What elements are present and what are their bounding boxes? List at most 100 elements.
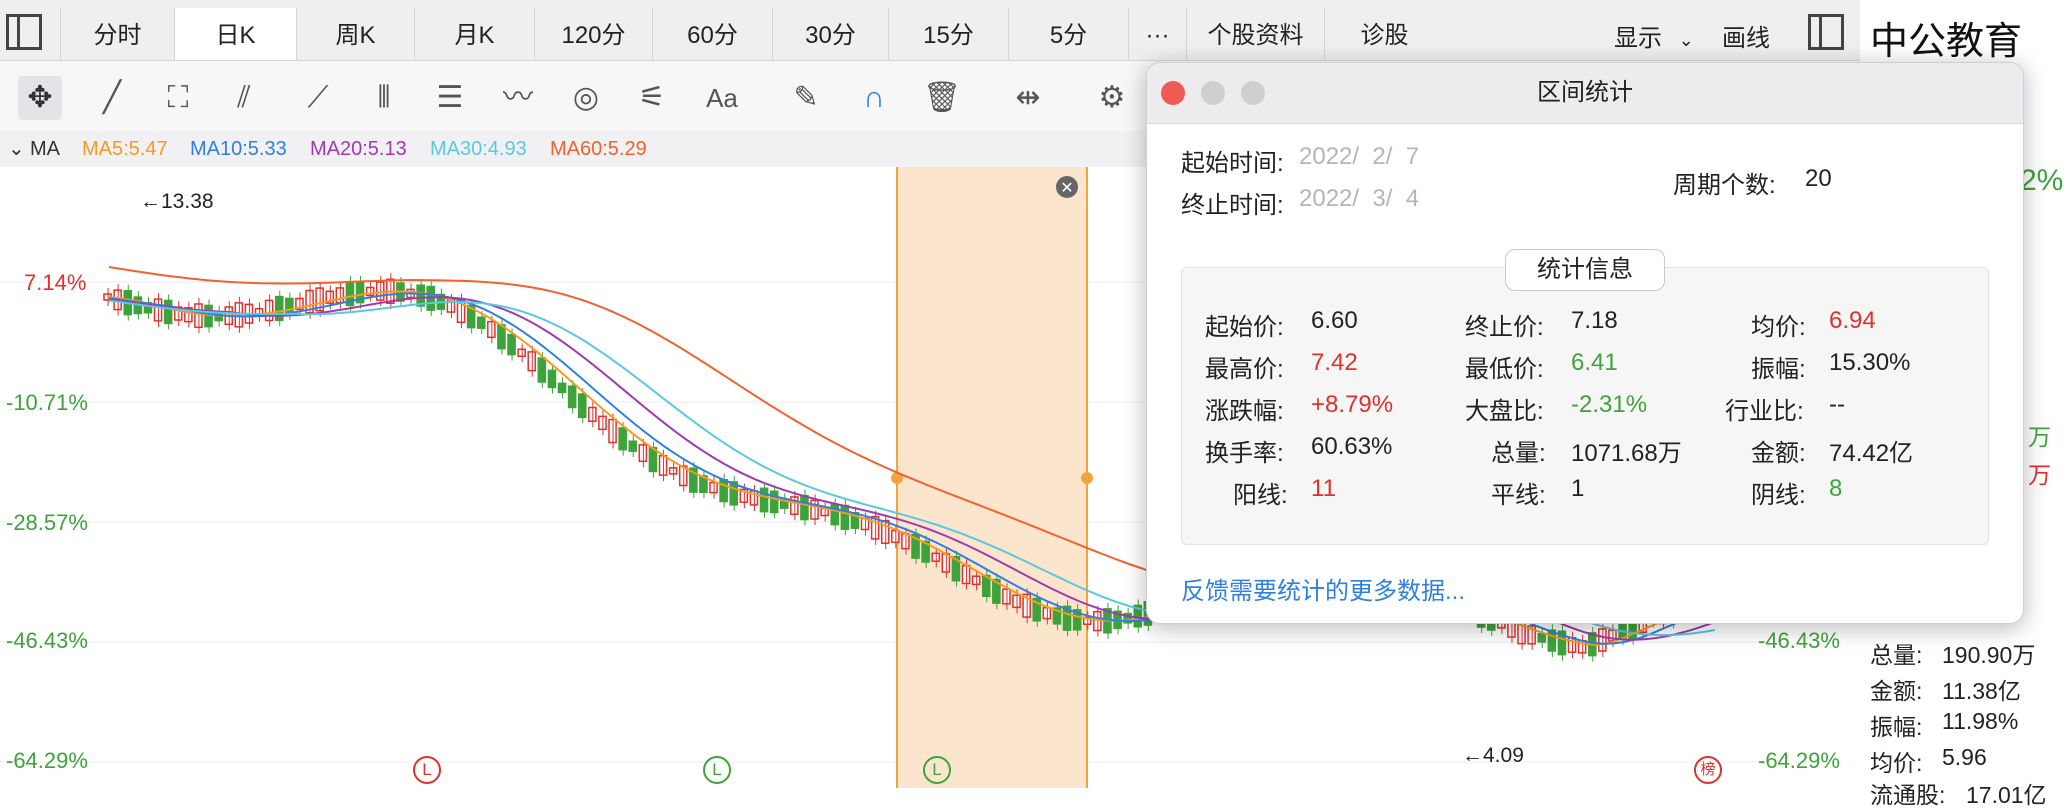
rp-volume-label: 总量: xyxy=(1870,642,1923,668)
chevron-down-icon: ⌄ xyxy=(1678,30,1694,50)
start-time-field[interactable]: 2022/ 2/ 7 xyxy=(1299,143,1419,171)
y-tick-2: -10.71% xyxy=(6,390,88,415)
eraser-tool-icon[interactable]: ✎ xyxy=(784,76,828,120)
display-label: 显示 xyxy=(1614,25,1662,52)
trash-tool-icon[interactable]: 🗑 xyxy=(920,76,964,120)
flat-value: 1 xyxy=(1571,475,1585,502)
line-tool-icon[interactable]: ╱ xyxy=(90,76,134,120)
cycle-tool-icon[interactable]: ◎ xyxy=(564,76,608,120)
settings-gear-icon[interactable]: ⚙ xyxy=(1090,76,1134,120)
interval-stats-dialog: 区间统计 起始时间: 2022/ 2/ 7 终止时间: 2022/ 3/ 4 周… xyxy=(1146,62,2024,624)
y-tick-1: 7.14% xyxy=(24,270,87,295)
text-tool-icon[interactable]: Aa xyxy=(700,76,744,120)
open-value: 6.60 xyxy=(1311,307,1358,334)
volume-value: 1071.68万 xyxy=(1571,440,1682,467)
low-label: 最低价: xyxy=(1465,356,1544,383)
high-value: 7.42 xyxy=(1311,349,1358,376)
right-axis-1: 2% xyxy=(2020,164,2064,197)
move-tool-icon[interactable]: ✥ xyxy=(18,76,62,120)
up-value: 11 xyxy=(1311,475,1336,502)
text-channel-tool-icon[interactable]: ☰ xyxy=(428,76,472,120)
range-tool-icon[interactable]: ⇹ xyxy=(1006,76,1050,120)
rp-amp: 11.98% xyxy=(1942,708,2019,734)
fan-tool-icon[interactable]: ⫽ xyxy=(222,76,266,120)
dialog-title: 区间统计 xyxy=(1537,79,1633,106)
tab-4[interactable]: 120分 xyxy=(534,8,652,60)
right-panel-partial-2: 万 xyxy=(2028,462,2051,488)
rp-avg: 5.96 xyxy=(1942,744,1987,770)
ma30-value: MA30:4.93 xyxy=(430,138,527,160)
candle xyxy=(719,478,728,503)
amount-label: 金额: xyxy=(1751,440,1806,467)
candle xyxy=(567,385,577,409)
stats-header: 统计信息 xyxy=(1505,249,1665,291)
tab-11[interactable]: 诊股 xyxy=(1324,8,1444,60)
feedback-link[interactable]: 反馈需要统计的更多数据... xyxy=(1181,571,1465,606)
event-mark-3[interactable]: L xyxy=(923,756,951,784)
rp-avg-label: 均价: xyxy=(1870,750,1923,776)
rect-tool-icon[interactable]: ⛶ xyxy=(156,76,200,120)
draw-line-button[interactable]: 画线 xyxy=(1722,18,1770,53)
magnet-tool-icon[interactable]: ∩ xyxy=(852,76,896,120)
tab-2[interactable]: 周K xyxy=(296,8,414,60)
parallel-tool-icon[interactable]: ⦀ xyxy=(362,76,406,120)
event-mark-1[interactable]: L xyxy=(413,756,441,784)
down-value: 8 xyxy=(1829,475,1843,502)
end-time-field[interactable]: 2022/ 3/ 4 xyxy=(1299,185,1419,213)
svg-text:✕: ✕ xyxy=(1060,180,1073,197)
gann-tool-icon[interactable]: ⚟ xyxy=(630,76,674,120)
right-axis-2: -46.43% xyxy=(1758,628,1840,653)
tab-8[interactable]: 5分 xyxy=(1008,8,1128,60)
rp-amp-label: 振幅: xyxy=(1870,714,1923,740)
volume-label: 总量: xyxy=(1491,440,1546,467)
ma-chevron-icon[interactable]: ⌄ xyxy=(8,131,25,167)
tab-3[interactable]: 月K xyxy=(414,8,534,60)
chg-label: 涨跌幅: xyxy=(1205,398,1284,425)
candle xyxy=(618,427,627,451)
close-value: 7.18 xyxy=(1571,307,1618,334)
tab-10[interactable]: 个股资料 xyxy=(1186,8,1324,60)
segment-tool-icon[interactable]: ⟋ xyxy=(296,76,340,120)
candle xyxy=(517,348,526,357)
industry-value: -- xyxy=(1829,391,1845,418)
rp-volume: 190.90万 xyxy=(1942,642,2036,668)
right-axis-3: -64.29% xyxy=(1758,748,1840,773)
tab-5[interactable]: 60分 xyxy=(652,8,772,60)
selection-right-handle xyxy=(1081,472,1093,484)
right-panel-partial-1: 万 xyxy=(2028,424,2051,450)
chg-value: +8.79% xyxy=(1311,391,1394,418)
ma-label[interactable]: MA xyxy=(30,131,60,167)
right-panel-toggle-icon[interactable] xyxy=(1808,14,1844,50)
open-label: 起始价: xyxy=(1205,314,1284,341)
event-mark-rank[interactable]: 榜 xyxy=(1694,756,1722,784)
low-value: 6.41 xyxy=(1571,349,1618,376)
candle xyxy=(668,467,678,475)
industry-label: 行业比: xyxy=(1725,398,1804,425)
candle xyxy=(285,297,294,315)
avg-label: 均价: xyxy=(1751,314,1806,341)
end-time-label: 终止时间: xyxy=(1181,192,1284,219)
rp-float-label: 流通股: xyxy=(1870,782,1946,808)
tab-0[interactable]: 分时 xyxy=(60,8,174,60)
down-label: 阴线: xyxy=(1751,482,1806,509)
tab-9[interactable]: ··· xyxy=(1128,8,1186,60)
amount-value: 74.42亿 xyxy=(1829,440,1914,467)
tab-7[interactable]: 15分 xyxy=(888,8,1008,60)
wave-tool-icon[interactable]: 〰 xyxy=(496,76,540,120)
event-mark-2[interactable]: L xyxy=(703,756,731,784)
low-price-marker: ←4.09 xyxy=(1462,744,1524,767)
tab-6[interactable]: 30分 xyxy=(772,8,888,60)
turnover-value: 60.63% xyxy=(1311,433,1393,460)
ma5-value: MA5:5.47 xyxy=(82,138,168,160)
candle xyxy=(971,575,981,586)
tab-1[interactable]: 日K xyxy=(174,8,296,60)
avg-value: 6.94 xyxy=(1829,307,1876,334)
sidebar-toggle-icon[interactable] xyxy=(6,14,42,50)
rp-amount-label: 金额: xyxy=(1870,678,1923,704)
rp-amount: 11.38亿 xyxy=(1942,678,2021,704)
close-label: 终止价: xyxy=(1465,314,1544,341)
ma60-value: MA60:5.29 xyxy=(550,138,647,160)
high-label: 最高价: xyxy=(1205,356,1284,383)
turnover-label: 换手率: xyxy=(1205,440,1284,467)
display-menu[interactable]: 显示 ⌄ xyxy=(1614,18,1694,53)
